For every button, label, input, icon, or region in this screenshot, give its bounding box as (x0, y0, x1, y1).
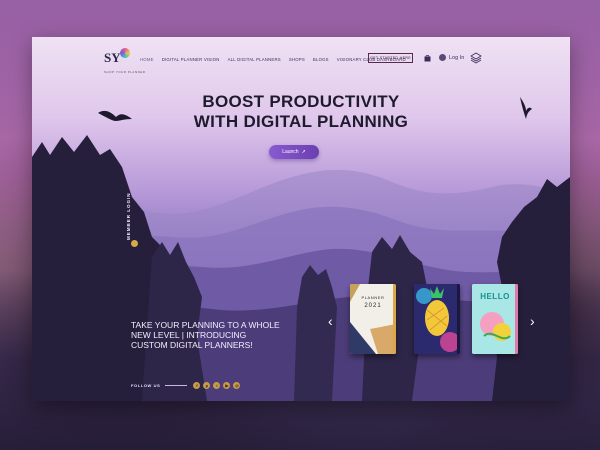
nav-item-blogs[interactable]: BLOGS (313, 57, 329, 62)
planner-title: HELLO (480, 292, 510, 301)
planner-spine (457, 284, 460, 354)
email-icon[interactable]: @ (233, 382, 241, 389)
login-label: Log In (449, 54, 465, 61)
member-login-icon[interactable] (131, 240, 138, 247)
headline-line-1: BOOST PRODUCTIVITY (202, 92, 400, 111)
website-frame: SY SHOP YOUR PLANNER HOME DIGITAL PLANNE… (32, 37, 570, 401)
pineapple-cover-art (414, 284, 460, 354)
get-started-button[interactable]: GET STARTED HERE (368, 53, 413, 63)
planner-title: PLANNER (361, 295, 385, 300)
logo-text: SY (104, 50, 121, 65)
shopping-bag-icon[interactable] (424, 54, 431, 62)
logo-mark-icon (120, 48, 130, 58)
pinterest-icon[interactable]: p (203, 382, 211, 389)
member-login-link[interactable]: MEMBER LOGIN (126, 193, 131, 241)
planner-spine (515, 284, 518, 354)
youtube-icon[interactable]: ▶ (223, 382, 231, 389)
facebook-icon[interactable]: f (193, 382, 201, 389)
nav-item-home[interactable]: HOME (140, 57, 154, 62)
launch-label: Launch (282, 149, 299, 155)
follow-us-bar: FOLLOW US f p i ▶ @ (131, 382, 241, 389)
instagram-icon[interactable]: i (213, 382, 221, 389)
planner-spine (393, 284, 396, 354)
carousel-prev-arrow-icon[interactable]: ‹ (328, 312, 338, 330)
nav-item-digital-planner-vision[interactable]: DIGITAL PLANNER VISION (162, 57, 220, 62)
follow-divider (165, 385, 188, 386)
hero-tagline: TAKE YOUR PLANNING TO A WHOLE NEW LEVEL … (131, 320, 280, 350)
login-link[interactable]: Log In (439, 54, 464, 61)
follow-us-label: FOLLOW US (131, 383, 161, 388)
planner-year: 2021 (364, 303, 382, 309)
nav-item-shops[interactable]: SHOPS (289, 57, 305, 62)
nav-item-all-digital-planners[interactable]: ALL DIGITAL PLANNERS (228, 57, 281, 62)
layers-menu-icon[interactable] (470, 52, 482, 64)
planner-card-pineapple[interactable] (414, 284, 460, 354)
planner-card-2021[interactable]: PLANNER 2021 (350, 284, 396, 354)
user-avatar-icon (439, 54, 446, 61)
planner-card-hello[interactable]: HELLO (472, 284, 518, 354)
top-navigation: SY SHOP YOUR PLANNER HOME DIGITAL PLANNE… (32, 47, 570, 74)
launch-button[interactable]: Launch ➚ (269, 145, 319, 159)
rocket-icon: ➚ (301, 149, 306, 155)
logo-subtitle: SHOP YOUR PLANNER (104, 70, 146, 74)
hero-headline: BOOST PRODUCTIVITY WITH DIGITAL PLANNING (32, 92, 570, 132)
headline-line-2: WITH DIGITAL PLANNING (193, 112, 409, 131)
carousel-next-arrow-icon[interactable]: › (530, 312, 540, 330)
